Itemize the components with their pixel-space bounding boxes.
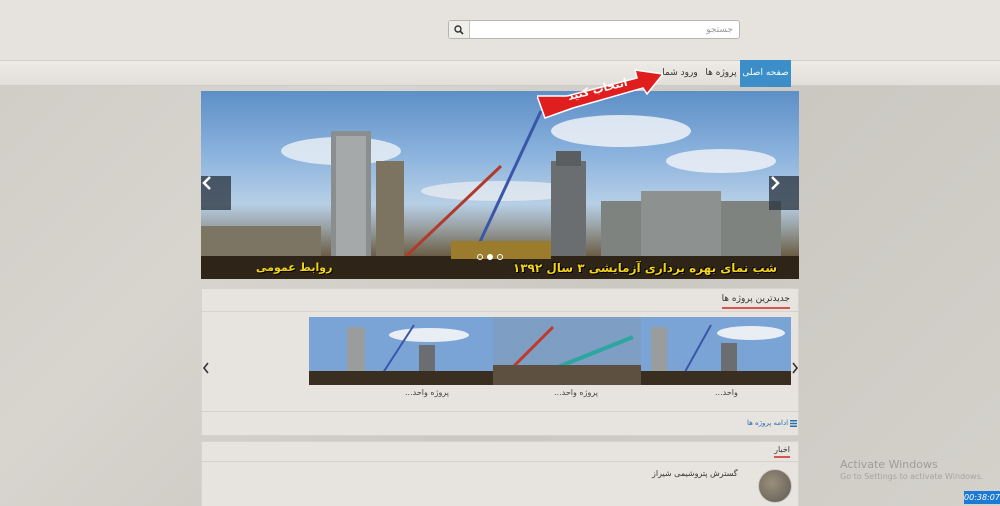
more-projects-link[interactable]: ادامه پروژه ها [747,419,798,427]
project-label[interactable]: واحد... [715,388,738,397]
chevron-right-icon [792,362,799,374]
panel-footer: ادامه پروژه ها [202,411,798,437]
main-nav: صفحه اصلی پروژه ها ورود شما [0,60,1000,87]
top-bar [0,0,1000,60]
slide-image [201,110,799,279]
carousel-next-button[interactable] [791,362,799,378]
carousel-prev-button[interactable] [202,362,210,378]
news-header: اخبار [202,442,798,462]
slider-dot[interactable] [477,254,483,260]
slide-caption: شب نمای بهره برداری آزمایشی ۳ سال ۱۳۹۲ [512,261,777,275]
panel-header: جدیدترین پروژه ها [202,289,798,312]
nav-home[interactable]: صفحه اصلی [740,60,791,87]
slider-dot-active[interactable] [487,254,493,260]
activation-watermark: Activate Windows [840,458,938,471]
callout-arrow-icon [537,69,663,119]
system-clock: 00:38:07 [964,491,1000,504]
search-input[interactable] [470,21,739,38]
hero-slider: شب نمای بهره برداری آزمایشی ۳ سال ۱۳۹۲ ر… [201,91,799,279]
search-box [448,20,740,39]
slider-dots [477,254,503,260]
slider-next-button[interactable] [769,176,799,210]
project-thumbnail[interactable] [309,317,493,385]
project-label[interactable]: پروژه واحد... [554,388,598,397]
project-thumbnail[interactable] [493,317,641,385]
search-icon [454,24,464,35]
project-thumbnail[interactable] [641,317,791,385]
chevron-left-icon [202,176,211,190]
project-label[interactable]: پروژه واحد... [405,388,449,397]
slider-prev-button[interactable] [201,176,231,210]
slide-caption-signature: روابط عمومی [256,261,333,274]
latest-projects-panel: جدیدترین پروژه ها پروژه واحد... پروژه وا… [201,288,799,436]
slider-dot[interactable] [497,254,503,260]
chevron-right-icon [771,176,780,190]
panel-title: جدیدترین پروژه ها [721,294,790,309]
nav-projects[interactable]: پروژه ها [704,61,738,86]
project-carousel [309,317,791,385]
nav-login[interactable]: ورود شما [660,61,700,86]
list-icon [790,419,798,427]
news-panel: اخبار گسترش پتروشیمی شیراز [201,441,799,506]
more-projects-label[interactable]: ادامه پروژه ها [747,419,788,427]
news-item-title[interactable]: گسترش پتروشیمی شیراز [652,469,738,478]
chevron-left-icon [202,362,209,374]
news-item-thumbnail[interactable] [758,469,792,503]
activation-watermark-sub: Go to Settings to activate Windows. [840,472,984,481]
search-button[interactable] [449,21,470,38]
news-title: اخبار [774,445,790,458]
